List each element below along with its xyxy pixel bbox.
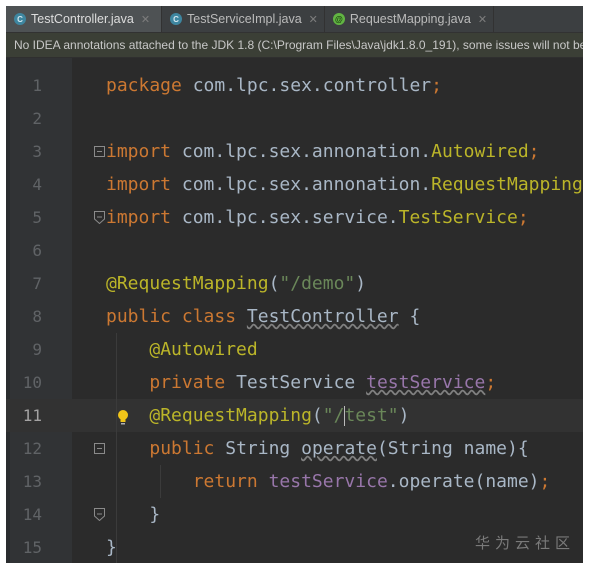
code-token: ) (355, 273, 367, 294)
code-line: 14 } (6, 498, 583, 531)
code-token: return (192, 471, 258, 492)
line-number: 15 (22, 538, 42, 557)
code-token: com.lpc.sex.controller (192, 75, 432, 96)
code-line: 1 package com.lpc.sex.controller; (6, 69, 583, 102)
line-number: 3 (32, 142, 42, 161)
line-number: 11 (22, 406, 42, 425)
line-number: 6 (32, 241, 42, 260)
code-line: 8 public class TestController { (6, 300, 583, 333)
code-token: ; (431, 75, 442, 96)
notification-bar: No IDEA annotations attached to the JDK … (6, 33, 583, 58)
tab-label: TestServiceImpl.java (187, 12, 302, 26)
line-number: 8 (32, 307, 42, 326)
code-token: "/ (322, 405, 345, 426)
code-line-current: 11 @RequestMapping("/test") (6, 399, 583, 432)
line-number: 14 (22, 505, 42, 524)
code-token: } (149, 504, 161, 525)
class-file-icon: C (170, 13, 183, 25)
code-line: 12 public String operate(String name){ (6, 432, 583, 465)
code-token: com.lpc.sex.service. (181, 207, 399, 228)
code-token: ; (517, 207, 529, 228)
code-line: 2 (6, 102, 583, 135)
code-token: test" (344, 405, 399, 426)
code-token: ) (398, 405, 410, 426)
code-token: testService (268, 471, 388, 492)
fold-toggle-icon[interactable] (94, 146, 105, 157)
tab-label: TestController.java (31, 12, 134, 26)
code-token: package (106, 75, 182, 96)
code-token: testService (366, 372, 486, 393)
annotation-file-icon: @ (332, 13, 345, 25)
code-line: 6 (6, 234, 583, 267)
code-line: 9 @Autowired (6, 333, 583, 366)
code-token: operate (301, 438, 377, 459)
fold-end-icon[interactable] (94, 211, 105, 224)
code-token: .operate(name) (387, 471, 540, 492)
code-token: { (517, 438, 529, 459)
code-token: @RequestMapping (106, 273, 269, 294)
close-icon[interactable]: ✕ (141, 13, 150, 26)
code-token: ; (539, 471, 551, 492)
indent-guide (116, 333, 117, 563)
code-token: RequestMapping (431, 174, 583, 195)
code-token: public class (106, 306, 237, 327)
line-number: 12 (22, 439, 42, 458)
code-token: ( (311, 405, 323, 426)
code-token: { (409, 306, 421, 327)
close-icon[interactable]: ✕ (309, 13, 318, 26)
tab-testcontroller[interactable]: C TestController.java ✕ (6, 6, 163, 32)
tab-label: RequestMapping.java (349, 12, 471, 26)
code-token: private (149, 372, 226, 393)
code-line: 3 import com.lpc.sex.annonation.Autowire… (6, 135, 583, 168)
line-number: 5 (32, 208, 42, 227)
code-line: 10 private TestService testService; (6, 366, 583, 399)
code-token: import (106, 174, 172, 195)
code-token: TestService (398, 207, 518, 228)
code-token: Autowired (431, 141, 529, 162)
code-token: com.lpc.sex.annonation. (181, 141, 432, 162)
code-line: 5 import com.lpc.sex.service.TestService… (6, 201, 583, 234)
editor-window: C TestController.java ✕ C TestServiceImp… (6, 6, 583, 563)
fold-toggle-icon[interactable] (94, 443, 105, 454)
line-number: 4 (32, 175, 42, 194)
line-number: 2 (32, 109, 42, 128)
line-number: 7 (32, 274, 42, 293)
tab-testserviceimpl[interactable]: C TestServiceImpl.java ✕ (162, 6, 325, 32)
code-token: TestController (246, 306, 399, 327)
line-number: 1 (32, 76, 42, 95)
close-icon[interactable]: ✕ (478, 13, 487, 26)
code-token: ( (268, 273, 280, 294)
code-line: 13 return testService.operate(name); (6, 465, 583, 498)
code-token: ; (528, 141, 540, 162)
tab-requestmapping[interactable]: @ RequestMapping.java ✕ (325, 6, 495, 32)
editor-tab-bar: C TestController.java ✕ C TestServiceImp… (6, 6, 583, 33)
code-token: public (149, 438, 215, 459)
watermark-text: 华为云社区 (474, 534, 575, 552)
code-token: TestService (236, 372, 356, 393)
code-token: (String name) (376, 438, 518, 459)
code-editor[interactable]: 1 package com.lpc.sex.controller; 2 3 im… (6, 58, 583, 563)
line-number: 13 (22, 472, 42, 491)
code-token: import (106, 207, 172, 228)
line-number: 10 (22, 373, 42, 392)
line-number: 9 (32, 340, 42, 359)
code-token: String (225, 438, 291, 459)
code-token: import (106, 141, 172, 162)
code-token: com.lpc.sex.annonation. (181, 174, 432, 195)
class-file-icon: C (14, 13, 26, 25)
code-token: "/demo" (279, 273, 356, 294)
fold-end-icon[interactable] (94, 508, 105, 521)
code-token: @Autowired (149, 339, 258, 360)
code-token: ; (485, 372, 497, 393)
code-line: 7 @RequestMapping("/demo") (6, 267, 583, 300)
indent-guide (160, 465, 161, 498)
code-token: @RequestMapping (149, 405, 312, 426)
code-line: 4 import com.lpc.sex.annonation.RequestM… (6, 168, 583, 201)
